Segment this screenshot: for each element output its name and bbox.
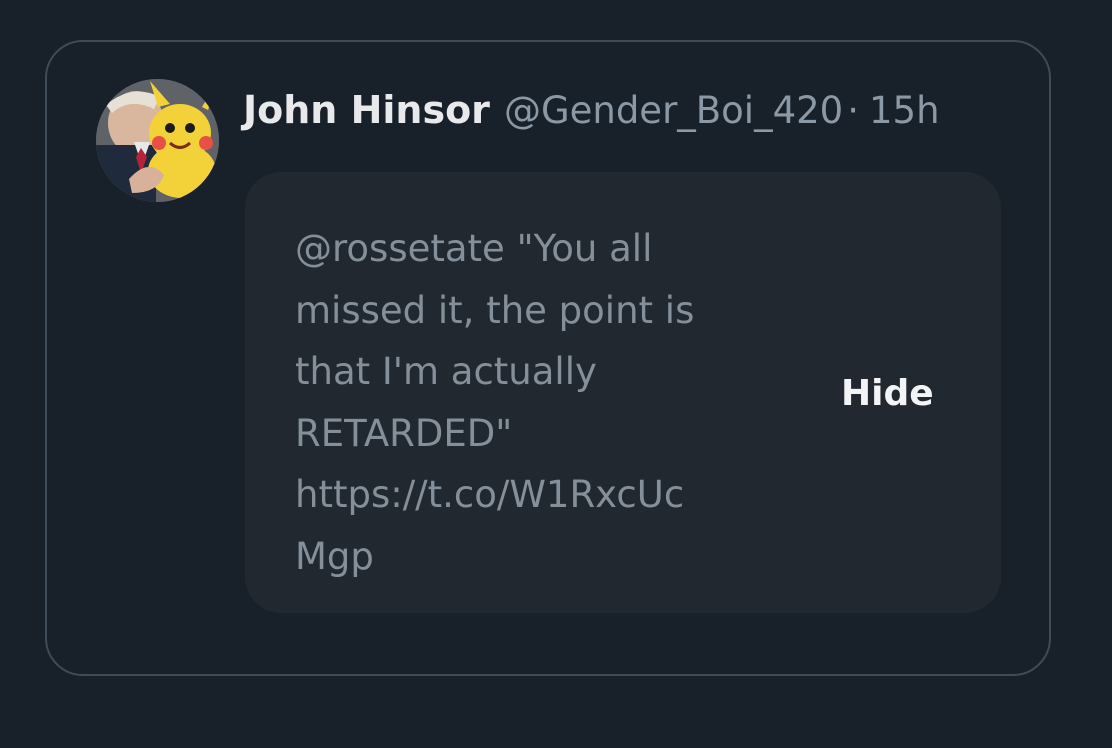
- hidden-reply-link[interactable]: https://t.co/W1RxcUc: [295, 464, 765, 526]
- hidden-reply-link[interactable]: Mgp: [295, 526, 765, 588]
- hidden-reply-line: that I'm actually: [295, 350, 597, 393]
- hidden-reply-line: missed it, the point is: [295, 288, 695, 332]
- hidden-reply-box: @rossetate "You all missed it, the point…: [245, 172, 1001, 613]
- hidden-reply-line: RETARDED": [295, 411, 513, 455]
- tweet-header: John Hinsor @Gender_Boi_420 · 15h: [243, 84, 1003, 136]
- post-timestamp[interactable]: 15h: [869, 85, 940, 137]
- author-handle[interactable]: @Gender_Boi_420: [504, 85, 843, 137]
- hidden-reply-text: @rossetate "You all missed it, the point…: [295, 218, 765, 587]
- timestamp-separator: ·: [847, 89, 859, 132]
- user-avatar-icon[interactable]: [96, 79, 219, 202]
- hide-button[interactable]: Hide: [841, 368, 961, 420]
- hidden-reply-line: @rossetate "You all: [295, 227, 653, 270]
- author-name[interactable]: John Hinsor: [243, 84, 490, 136]
